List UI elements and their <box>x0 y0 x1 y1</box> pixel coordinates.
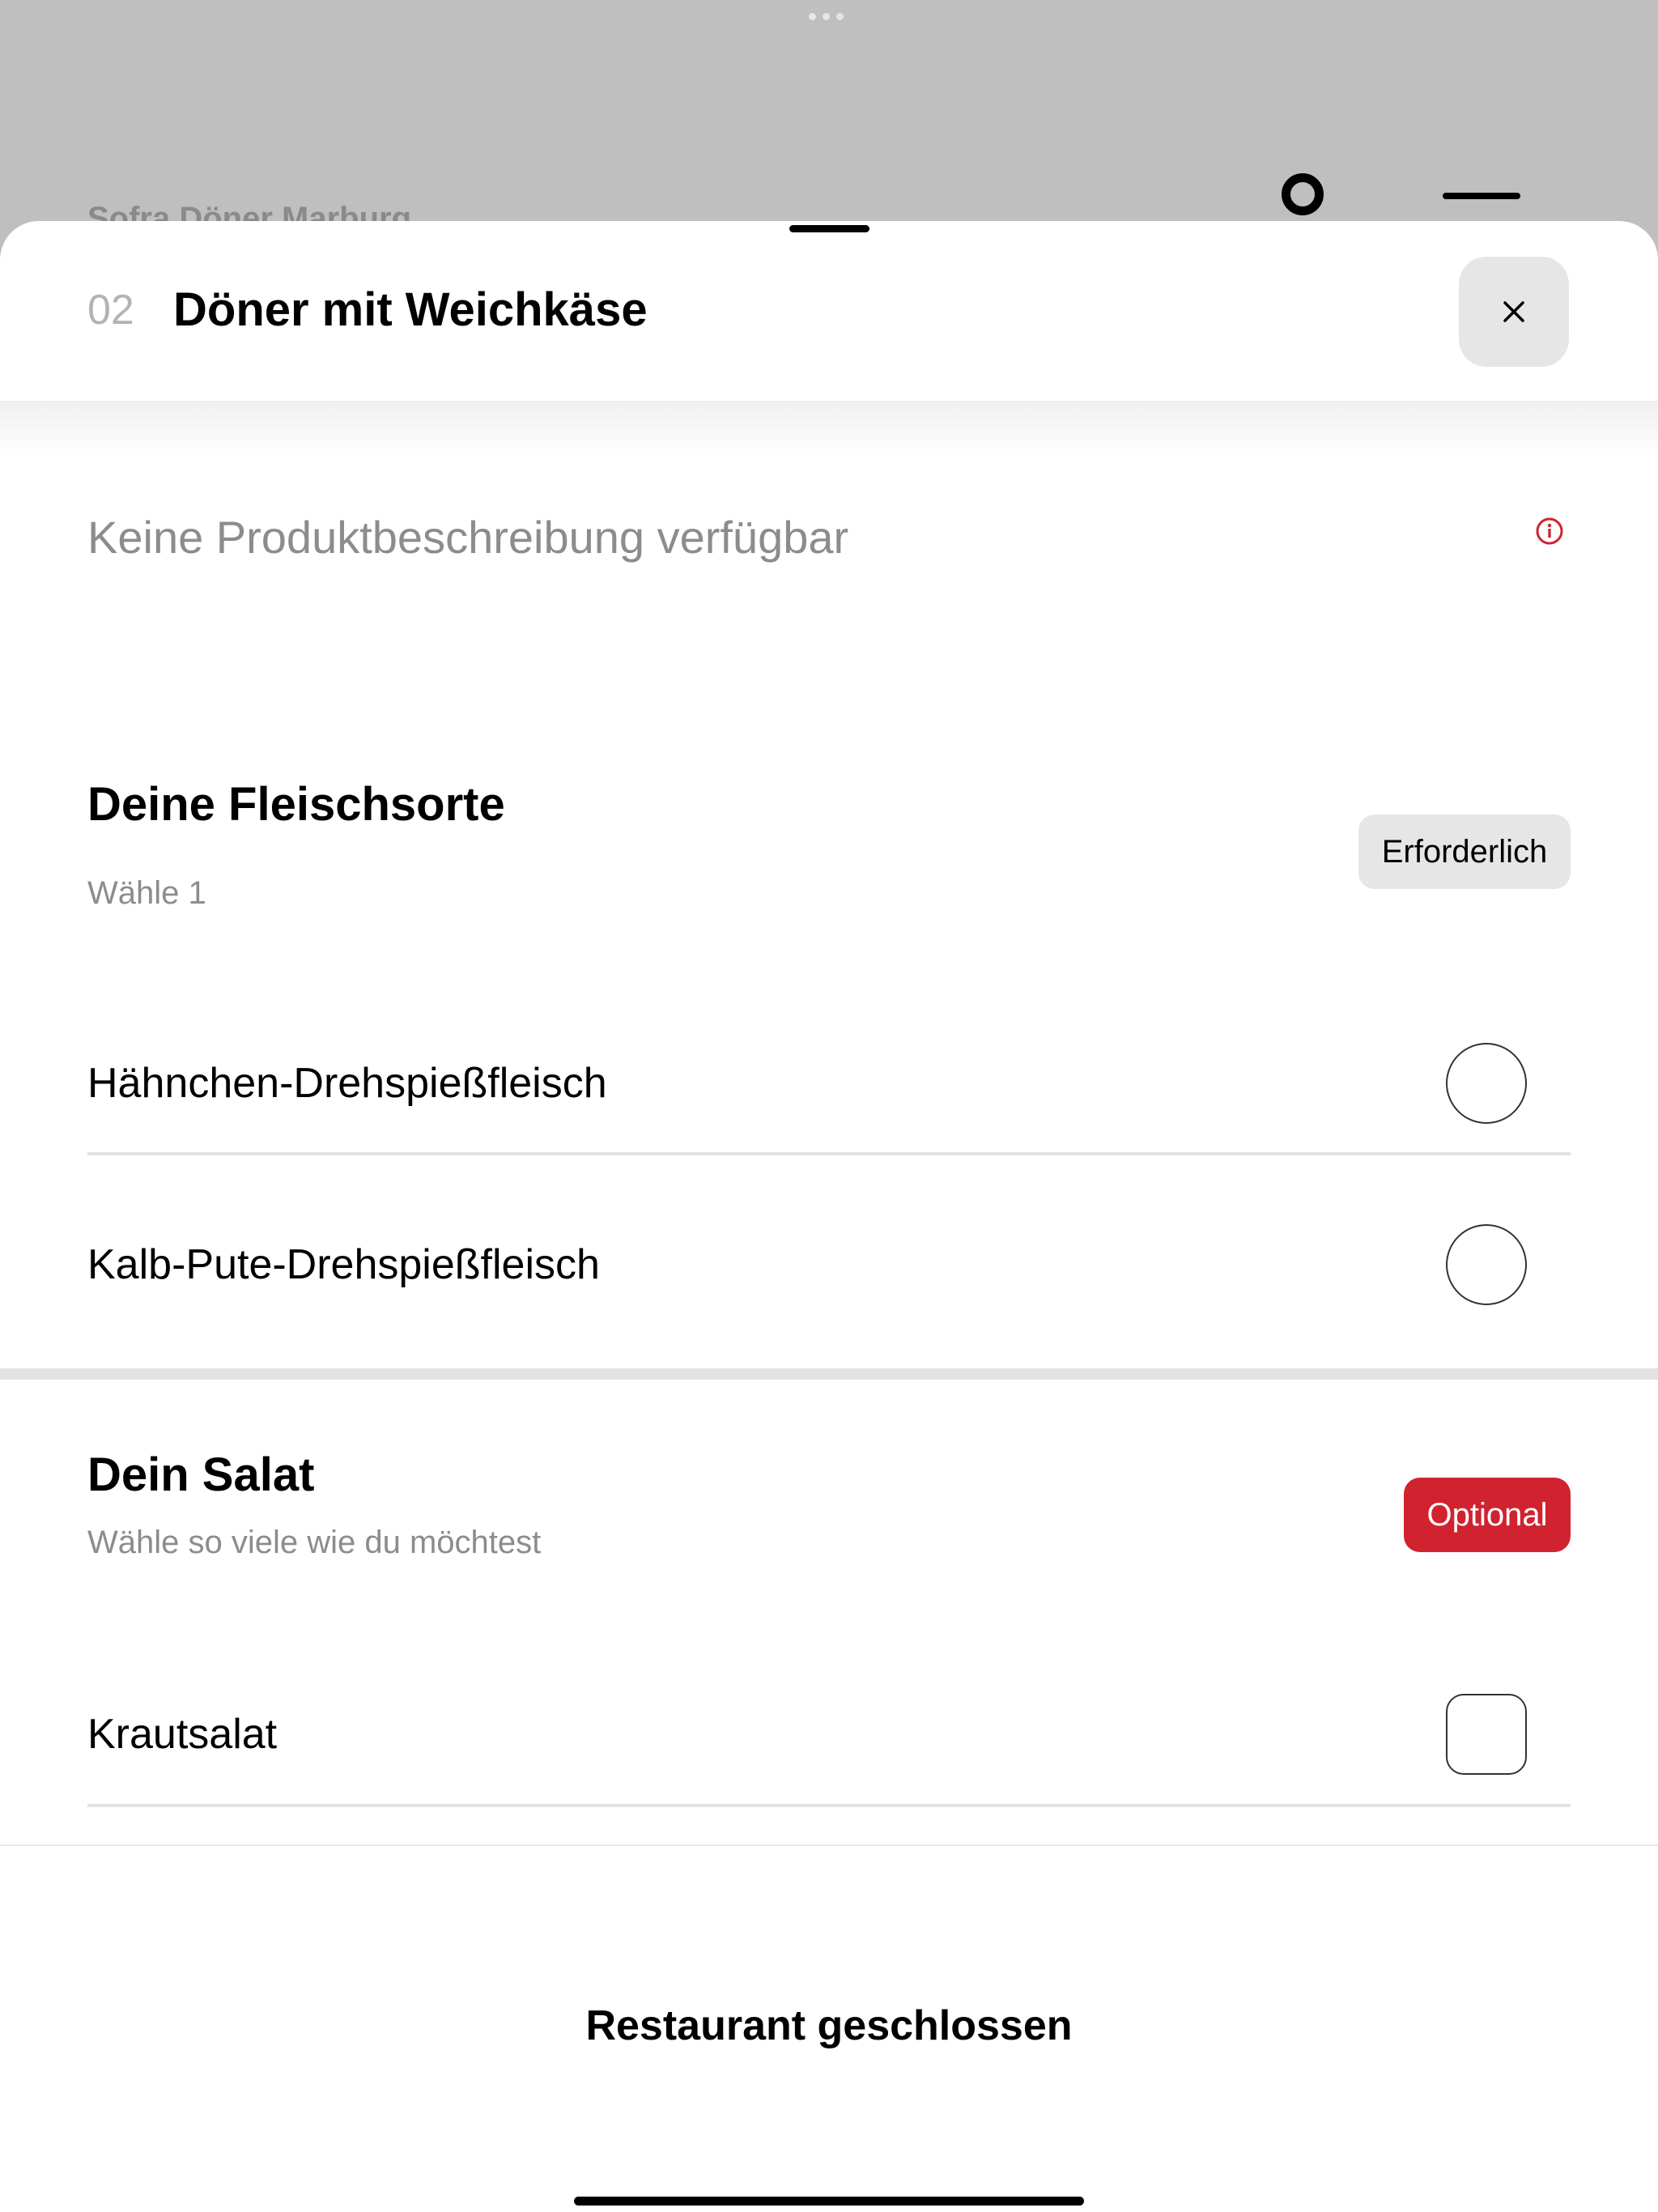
optional-badge: Optional <box>1404 1478 1571 1552</box>
salad-section-title: Dein Salat <box>87 1448 315 1501</box>
item-number: 02 <box>87 287 134 334</box>
window-drag-dots[interactable] <box>809 13 844 20</box>
meat-section-subtitle: Wähle 1 <box>87 875 206 911</box>
checkbox[interactable] <box>1446 1694 1527 1775</box>
item-title: Döner mit Weichkäse <box>173 283 648 336</box>
row-divider <box>87 1152 1571 1155</box>
close-button[interactable] <box>1459 257 1569 367</box>
salad-option-row[interactable]: Krautsalat <box>87 1674 1571 1795</box>
product-description: Keine Produktbeschreibung verfügbar <box>87 512 849 563</box>
meat-section-title: Deine Fleischsorte <box>87 778 505 831</box>
section-separator <box>0 1368 1658 1380</box>
close-icon <box>1503 301 1524 322</box>
row-divider <box>87 1804 1571 1807</box>
radio-button[interactable] <box>1446 1043 1527 1124</box>
info-icon[interactable] <box>1535 517 1564 546</box>
header-divider-shadow <box>0 401 1658 457</box>
salad-option-label: Krautsalat <box>87 1711 278 1758</box>
salad-section-subtitle: Wähle so viele wie du möchtest <box>87 1525 542 1560</box>
home-indicator[interactable] <box>574 2197 1084 2206</box>
required-badge: Erforderlich <box>1358 815 1571 889</box>
radio-button[interactable] <box>1446 1224 1527 1305</box>
restaurant-closed-label: Restaurant geschlossen <box>585 2002 1073 2049</box>
sheet-grabber[interactable] <box>789 225 869 232</box>
meat-option-row[interactable]: Kalb-Pute-Drehspießfleisch <box>87 1204 1571 1325</box>
product-sheet: 02 Döner mit Weichkäse Keine Produktbesc… <box>0 221 1658 2212</box>
sheet-footer: Restaurant geschlossen <box>0 1844 1658 2212</box>
meat-option-label: Hähnchen-Drehspießfleisch <box>87 1060 607 1107</box>
meat-option-row[interactable]: Hähnchen-Drehspießfleisch <box>87 1023 1571 1144</box>
meat-option-label: Kalb-Pute-Drehspießfleisch <box>87 1241 600 1288</box>
hamburger-menu-icon[interactable] <box>1443 193 1520 199</box>
account-circle-icon[interactable] <box>1282 173 1324 215</box>
